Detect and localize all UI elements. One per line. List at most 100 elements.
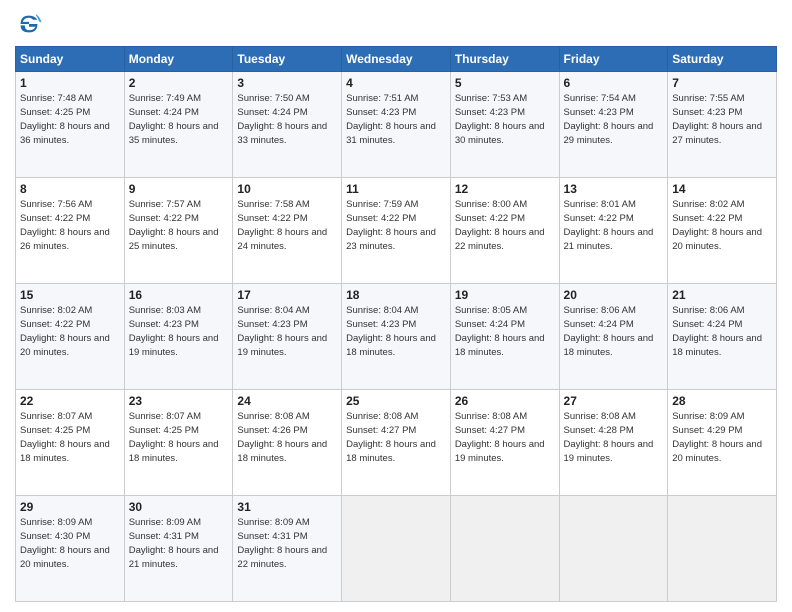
day-info: Sunrise: 7:49 AMSunset: 4:24 PMDaylight:… <box>129 93 219 145</box>
day-cell: 26Sunrise: 8:08 AMSunset: 4:27 PMDayligh… <box>450 390 559 496</box>
day-number: 18 <box>346 287 446 303</box>
page: SundayMondayTuesdayWednesdayThursdayFrid… <box>0 0 792 612</box>
day-number: 19 <box>455 287 555 303</box>
logo <box>15 10 47 38</box>
day-number: 20 <box>564 287 664 303</box>
day-number: 5 <box>455 75 555 91</box>
calendar-table: SundayMondayTuesdayWednesdayThursdayFrid… <box>15 46 777 602</box>
day-number: 14 <box>672 181 772 197</box>
day-info: Sunrise: 8:06 AMSunset: 4:24 PMDaylight:… <box>564 305 654 357</box>
day-number: 31 <box>237 499 337 515</box>
day-number: 30 <box>129 499 229 515</box>
day-info: Sunrise: 8:08 AMSunset: 4:26 PMDaylight:… <box>237 411 327 463</box>
header <box>15 10 777 38</box>
week-row-1: 1 Sunrise: 7:48 AMSunset: 4:25 PMDaylight… <box>16 72 777 178</box>
header-cell-wednesday: Wednesday <box>342 47 451 72</box>
week-row-2: 8 Sunrise: 7:56 AMSunset: 4:22 PMDaylight… <box>16 178 777 284</box>
day-cell: 10Sunrise: 7:58 AMSunset: 4:22 PMDayligh… <box>233 178 342 284</box>
day-cell: 30 Sunrise: 8:09 AMSunset: 4:31 PMDayligh… <box>124 496 233 602</box>
week-row-5: 29 Sunrise: 8:09 AMSunset: 4:30 PMDayligh… <box>16 496 777 602</box>
day-info: Sunrise: 7:55 AMSunset: 4:23 PMDaylight:… <box>672 93 762 145</box>
day-number: 12 <box>455 181 555 197</box>
day-cell: 7 Sunrise: 7:55 AMSunset: 4:23 PMDaylight… <box>668 72 777 178</box>
day-cell: 28 Sunrise: 8:09 AMSunset: 4:29 PMDayligh… <box>668 390 777 496</box>
day-info: Sunrise: 8:01 AMSunset: 4:22 PMDaylight:… <box>564 199 654 251</box>
day-cell: 5 Sunrise: 7:53 AMSunset: 4:23 PMDaylight… <box>450 72 559 178</box>
day-info: Sunrise: 7:59 AMSunset: 4:22 PMDaylight:… <box>346 199 436 251</box>
day-cell: 11 Sunrise: 7:59 AMSunset: 4:22 PMDayligh… <box>342 178 451 284</box>
day-cell: 31 Sunrise: 8:09 AMSunset: 4:31 PMDayligh… <box>233 496 342 602</box>
day-info: Sunrise: 7:48 AMSunset: 4:25 PMDaylight:… <box>20 93 110 145</box>
header-cell-tuesday: Tuesday <box>233 47 342 72</box>
day-cell: 6 Sunrise: 7:54 AMSunset: 4:23 PMDaylight… <box>559 72 668 178</box>
calendar-body: 1 Sunrise: 7:48 AMSunset: 4:25 PMDaylight… <box>16 72 777 602</box>
day-info: Sunrise: 7:57 AMSunset: 4:22 PMDaylight:… <box>129 199 219 251</box>
header-cell-thursday: Thursday <box>450 47 559 72</box>
day-number: 22 <box>20 393 120 409</box>
calendar-header: SundayMondayTuesdayWednesdayThursdayFrid… <box>16 47 777 72</box>
day-info: Sunrise: 8:07 AMSunset: 4:25 PMDaylight:… <box>20 411 110 463</box>
day-number: 2 <box>129 75 229 91</box>
day-info: Sunrise: 8:04 AMSunset: 4:23 PMDaylight:… <box>237 305 327 357</box>
day-info: Sunrise: 7:51 AMSunset: 4:23 PMDaylight:… <box>346 93 436 145</box>
day-info: Sunrise: 8:08 AMSunset: 4:28 PMDaylight:… <box>564 411 654 463</box>
day-number: 24 <box>237 393 337 409</box>
day-info: Sunrise: 8:09 AMSunset: 4:31 PMDaylight:… <box>237 517 327 569</box>
header-cell-sunday: Sunday <box>16 47 125 72</box>
day-number: 21 <box>672 287 772 303</box>
day-info: Sunrise: 8:04 AMSunset: 4:23 PMDaylight:… <box>346 305 436 357</box>
day-cell: 16 Sunrise: 8:03 AMSunset: 4:23 PMDayligh… <box>124 284 233 390</box>
day-info: Sunrise: 7:53 AMSunset: 4:23 PMDaylight:… <box>455 93 545 145</box>
day-number: 16 <box>129 287 229 303</box>
day-cell: 20 Sunrise: 8:06 AMSunset: 4:24 PMDayligh… <box>559 284 668 390</box>
day-cell <box>559 496 668 602</box>
day-cell: 4 Sunrise: 7:51 AMSunset: 4:23 PMDaylight… <box>342 72 451 178</box>
day-number: 6 <box>564 75 664 91</box>
day-cell: 27 Sunrise: 8:08 AMSunset: 4:28 PMDayligh… <box>559 390 668 496</box>
day-info: Sunrise: 7:56 AMSunset: 4:22 PMDaylight:… <box>20 199 110 251</box>
day-number: 11 <box>346 181 446 197</box>
day-info: Sunrise: 8:05 AMSunset: 4:24 PMDaylight:… <box>455 305 545 357</box>
header-cell-saturday: Saturday <box>668 47 777 72</box>
day-info: Sunrise: 8:02 AMSunset: 4:22 PMDaylight:… <box>672 199 762 251</box>
day-cell <box>342 496 451 602</box>
day-cell: 2 Sunrise: 7:49 AMSunset: 4:24 PMDaylight… <box>124 72 233 178</box>
day-cell: 8 Sunrise: 7:56 AMSunset: 4:22 PMDaylight… <box>16 178 125 284</box>
day-number: 25 <box>346 393 446 409</box>
day-number: 9 <box>129 181 229 197</box>
day-number: 7 <box>672 75 772 91</box>
day-info: Sunrise: 8:09 AMSunset: 4:31 PMDaylight:… <box>129 517 219 569</box>
day-cell: 18 Sunrise: 8:04 AMSunset: 4:23 PMDayligh… <box>342 284 451 390</box>
day-number: 28 <box>672 393 772 409</box>
day-info: Sunrise: 8:09 AMSunset: 4:29 PMDaylight:… <box>672 411 762 463</box>
day-cell: 1 Sunrise: 7:48 AMSunset: 4:25 PMDaylight… <box>16 72 125 178</box>
day-info: Sunrise: 8:03 AMSunset: 4:23 PMDaylight:… <box>129 305 219 357</box>
day-number: 13 <box>564 181 664 197</box>
day-number: 26 <box>455 393 555 409</box>
day-cell: 29 Sunrise: 8:09 AMSunset: 4:30 PMDayligh… <box>16 496 125 602</box>
day-cell: 3Sunrise: 7:50 AMSunset: 4:24 PMDaylight… <box>233 72 342 178</box>
day-number: 23 <box>129 393 229 409</box>
day-number: 17 <box>237 287 337 303</box>
day-cell: 21Sunrise: 8:06 AMSunset: 4:24 PMDayligh… <box>668 284 777 390</box>
day-number: 1 <box>20 75 120 91</box>
day-cell: 17 Sunrise: 8:04 AMSunset: 4:23 PMDayligh… <box>233 284 342 390</box>
day-number: 8 <box>20 181 120 197</box>
day-info: Sunrise: 7:54 AMSunset: 4:23 PMDaylight:… <box>564 93 654 145</box>
day-cell: 14 Sunrise: 8:02 AMSunset: 4:22 PMDayligh… <box>668 178 777 284</box>
day-number: 10 <box>237 181 337 197</box>
day-cell: 12Sunrise: 8:00 AMSunset: 4:22 PMDayligh… <box>450 178 559 284</box>
day-cell: 13 Sunrise: 8:01 AMSunset: 4:22 PMDayligh… <box>559 178 668 284</box>
day-cell: 19 Sunrise: 8:05 AMSunset: 4:24 PMDayligh… <box>450 284 559 390</box>
day-cell: 22 Sunrise: 8:07 AMSunset: 4:25 PMDayligh… <box>16 390 125 496</box>
week-row-4: 22 Sunrise: 8:07 AMSunset: 4:25 PMDayligh… <box>16 390 777 496</box>
header-cell-monday: Monday <box>124 47 233 72</box>
day-info: Sunrise: 8:07 AMSunset: 4:25 PMDaylight:… <box>129 411 219 463</box>
week-row-3: 15Sunrise: 8:02 AMSunset: 4:22 PMDayligh… <box>16 284 777 390</box>
day-number: 4 <box>346 75 446 91</box>
day-number: 27 <box>564 393 664 409</box>
day-info: Sunrise: 8:08 AMSunset: 4:27 PMDaylight:… <box>346 411 436 463</box>
day-cell: 23 Sunrise: 8:07 AMSunset: 4:25 PMDayligh… <box>124 390 233 496</box>
day-number: 29 <box>20 499 120 515</box>
day-info: Sunrise: 8:09 AMSunset: 4:30 PMDaylight:… <box>20 517 110 569</box>
